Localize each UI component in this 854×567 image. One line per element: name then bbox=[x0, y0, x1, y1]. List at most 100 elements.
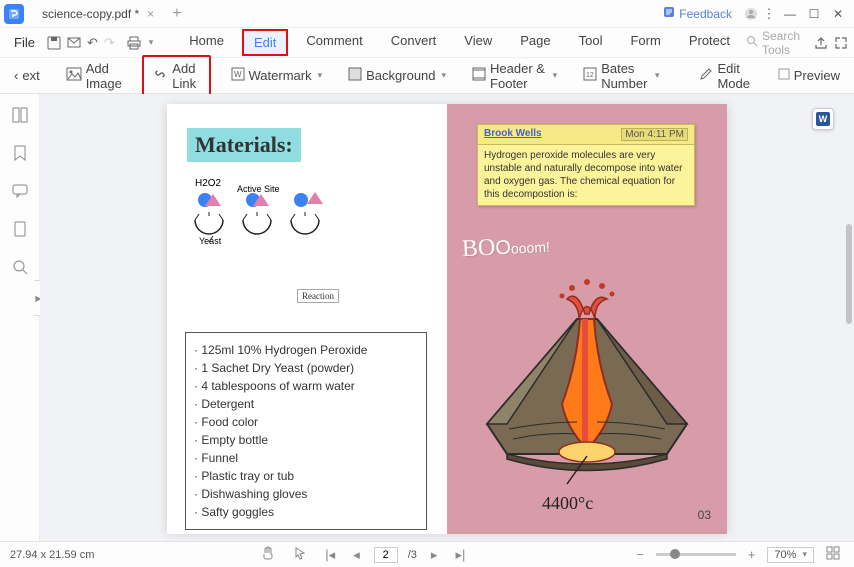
new-tab-button[interactable]: + bbox=[172, 5, 181, 23]
list-item: 1 Sachet Dry Yeast (powder) bbox=[194, 359, 418, 377]
prev-page-button[interactable]: ◂ bbox=[349, 547, 364, 563]
maximize-button[interactable]: ☐ bbox=[802, 2, 826, 26]
more-icon[interactable]: ⋮ bbox=[760, 5, 778, 23]
expand-icon[interactable] bbox=[834, 34, 848, 52]
main-tabs: Home Edit Comment Convert View Page Tool… bbox=[179, 29, 740, 56]
svg-text:W: W bbox=[234, 70, 242, 79]
chevron-down-icon: ▾ bbox=[655, 70, 660, 81]
tab-view[interactable]: View bbox=[454, 29, 502, 56]
preview-checkbox[interactable]: Preview bbox=[772, 64, 846, 87]
share-icon[interactable] bbox=[814, 34, 828, 52]
thumbnails-icon[interactable] bbox=[11, 106, 29, 124]
watermark-button[interactable]: W Watermark ▾ bbox=[225, 63, 329, 88]
search-icon bbox=[746, 35, 758, 50]
bookmark-icon[interactable] bbox=[11, 144, 29, 162]
tab-home[interactable]: Home bbox=[179, 29, 234, 56]
list-item: 4 tablespoons of warm water bbox=[194, 377, 418, 395]
zoom-in-button[interactable]: + bbox=[744, 547, 760, 562]
edit-mode-button[interactable]: Edit Mode bbox=[693, 57, 757, 95]
materials-list: 125ml 10% Hydrogen Peroxide 1 Sachet Dry… bbox=[185, 332, 427, 530]
chevron-down-icon: ▾ bbox=[802, 549, 807, 560]
materials-heading: Materials: bbox=[187, 128, 301, 162]
search-tools[interactable]: Search Tools bbox=[746, 29, 800, 57]
close-window-button[interactable]: ✕ bbox=[826, 2, 850, 26]
ext-button[interactable]: ‹ ext bbox=[8, 64, 46, 87]
print-icon[interactable] bbox=[127, 34, 141, 52]
volcano-illustration bbox=[467, 274, 707, 494]
comment-panel-icon[interactable] bbox=[11, 182, 29, 200]
search-panel-icon[interactable] bbox=[11, 258, 29, 276]
main-area: ▶ W Materials: H2O2 Active Site bbox=[0, 94, 854, 541]
sticky-note[interactable]: Brook Wells Mon 4:11 PM Hydrogen peroxid… bbox=[477, 124, 695, 206]
feedback-button[interactable]: Feedback bbox=[663, 6, 732, 21]
yeast-label: Yeast bbox=[199, 236, 222, 246]
temperature-label: 4400°c bbox=[542, 493, 593, 514]
chevron-down-icon: ▾ bbox=[442, 70, 447, 81]
tab-protect[interactable]: Protect bbox=[679, 29, 740, 56]
page-dimensions: 27.94 x 21.59 cm bbox=[10, 549, 94, 561]
pencil-icon bbox=[699, 67, 713, 84]
sticky-time: Mon 4:11 PM bbox=[621, 128, 688, 141]
page-spread: Materials: H2O2 Active Site bbox=[167, 104, 727, 531]
word-export-badge[interactable]: W bbox=[812, 108, 834, 130]
list-item: Detergent bbox=[194, 395, 418, 413]
molecule-illustration: H2O2 Active Site bbox=[185, 174, 345, 274]
zoom-slider[interactable] bbox=[656, 553, 736, 556]
fit-view-icon[interactable] bbox=[822, 546, 844, 563]
attachment-icon[interactable] bbox=[11, 220, 29, 238]
tab-page[interactable]: Page bbox=[510, 29, 560, 56]
chevron-down-icon[interactable]: ▾ bbox=[149, 37, 154, 48]
add-image-button[interactable]: Add Image bbox=[60, 57, 129, 95]
list-item: Empty bottle bbox=[194, 431, 418, 449]
page-left: Materials: H2O2 Active Site bbox=[167, 104, 447, 534]
app-logo-icon bbox=[4, 4, 24, 24]
hand-tool-icon[interactable] bbox=[257, 546, 279, 563]
user-menu-icon[interactable] bbox=[742, 5, 760, 23]
save-icon[interactable] bbox=[47, 34, 61, 52]
document-canvas[interactable]: W Materials: H2O2 Active Site bbox=[40, 94, 854, 541]
add-link-button[interactable]: Add Link bbox=[142, 55, 210, 97]
tab-convert[interactable]: Convert bbox=[381, 29, 447, 56]
scrollbar-thumb[interactable] bbox=[846, 224, 852, 324]
document-tab[interactable]: science-copy.pdf * × bbox=[34, 3, 162, 25]
background-button[interactable]: Background ▾ bbox=[342, 63, 452, 88]
menubar: File ↶ ↷ ▾ Home Edit Comment Convert Vie… bbox=[0, 28, 854, 58]
file-menu[interactable]: File bbox=[8, 33, 41, 52]
list-item: Funnel bbox=[194, 449, 418, 467]
list-item: Plastic tray or tub bbox=[194, 467, 418, 485]
checkbox-icon bbox=[778, 68, 790, 83]
select-tool-icon[interactable] bbox=[289, 546, 311, 563]
page-number: 03 bbox=[698, 508, 711, 522]
undo-icon[interactable]: ↶ bbox=[87, 34, 98, 52]
zoom-out-button[interactable]: − bbox=[632, 547, 648, 562]
tab-tool[interactable]: Tool bbox=[569, 29, 613, 56]
tab-comment[interactable]: Comment bbox=[296, 29, 372, 56]
minimize-button[interactable]: — bbox=[778, 2, 802, 26]
reaction-label: Reaction bbox=[297, 289, 339, 303]
first-page-button[interactable]: |◂ bbox=[321, 547, 339, 563]
next-page-button[interactable]: ▸ bbox=[427, 547, 442, 563]
svg-text:12: 12 bbox=[586, 72, 594, 79]
list-item: Safty goggles bbox=[194, 503, 418, 521]
tab-form[interactable]: Form bbox=[620, 29, 670, 56]
mail-icon[interactable] bbox=[67, 34, 81, 52]
watermark-icon: W bbox=[231, 67, 245, 84]
zoom-dropdown[interactable]: 70% ▾ bbox=[767, 547, 814, 563]
sticky-author: Brook Wells bbox=[484, 128, 542, 141]
sticky-body: Hydrogen peroxide molecules are very uns… bbox=[478, 145, 694, 205]
bates-number-button[interactable]: 12 Bates Number ▾ bbox=[577, 57, 665, 95]
chevron-left-icon: ‹ bbox=[14, 68, 18, 83]
list-item: 125ml 10% Hydrogen Peroxide bbox=[194, 341, 418, 359]
close-tab-icon[interactable]: × bbox=[147, 7, 154, 21]
page-input[interactable] bbox=[374, 547, 398, 563]
tab-edit[interactable]: Edit bbox=[242, 29, 288, 56]
chevron-down-icon: ▾ bbox=[553, 70, 558, 81]
last-page-button[interactable]: ▸| bbox=[451, 547, 469, 563]
header-footer-button[interactable]: Header & Footer ▾ bbox=[466, 57, 563, 95]
list-item: Dishwashing gloves bbox=[194, 485, 418, 503]
bates-icon: 12 bbox=[583, 67, 597, 84]
sidebar bbox=[0, 94, 40, 541]
redo-icon[interactable]: ↷ bbox=[104, 34, 115, 52]
titlebar: science-copy.pdf * × + Feedback ⋮ — ☐ ✕ bbox=[0, 0, 854, 28]
image-icon bbox=[66, 67, 82, 84]
